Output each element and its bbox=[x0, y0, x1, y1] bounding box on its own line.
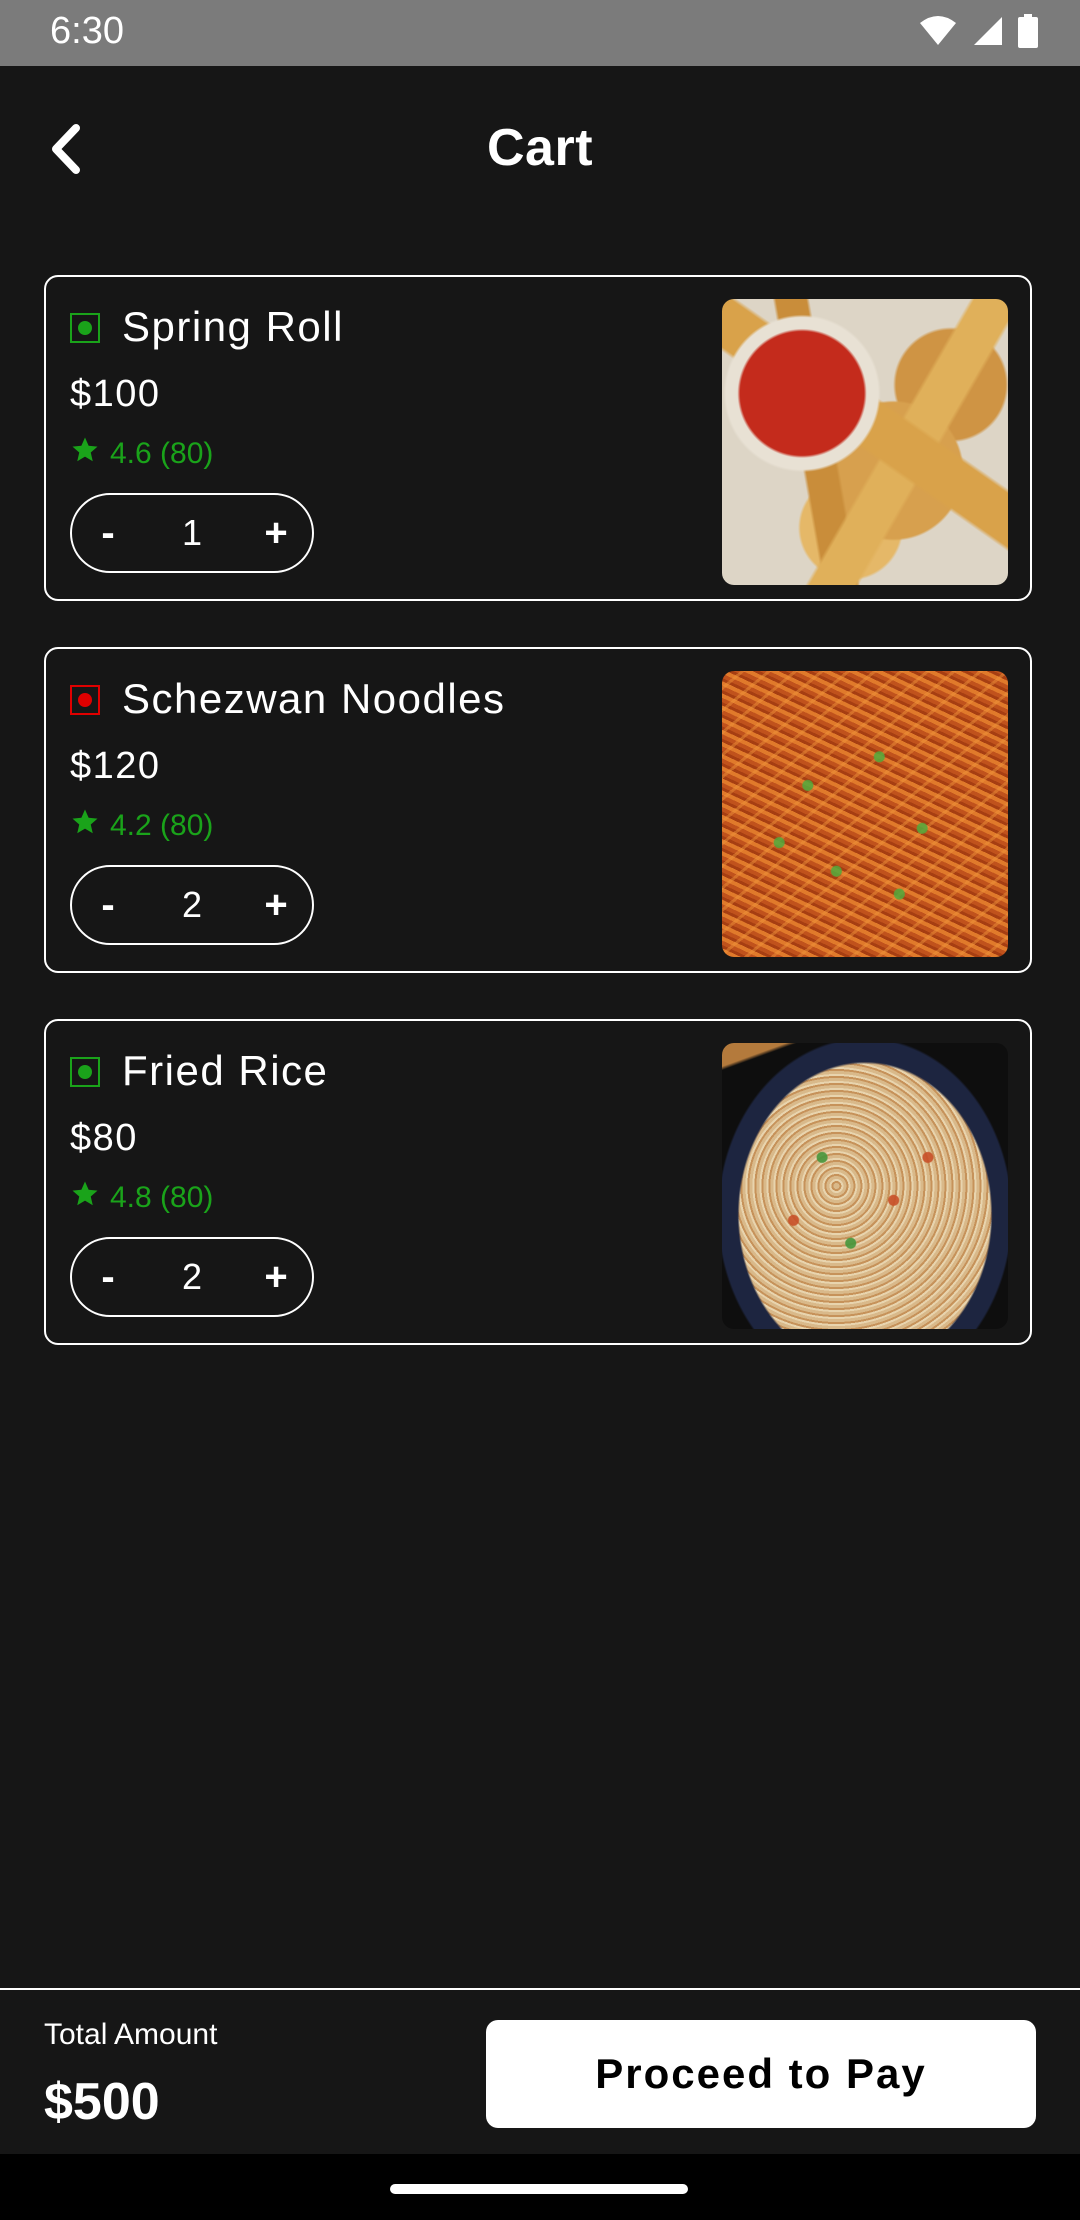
increase-quantity-button[interactable]: + bbox=[240, 495, 312, 571]
quantity-stepper: - 2 + bbox=[70, 865, 314, 945]
star-icon bbox=[70, 1179, 100, 1217]
item-name: Fried Rice bbox=[122, 1047, 329, 1094]
veg-indicator-icon bbox=[70, 313, 100, 343]
rating-text: 4.8 (80) bbox=[110, 1181, 214, 1214]
decrease-quantity-button[interactable]: - bbox=[72, 1239, 144, 1315]
quantity-value: 2 bbox=[181, 1256, 203, 1297]
battery-icon bbox=[1018, 13, 1038, 53]
system-nav-bar bbox=[0, 2154, 1080, 2220]
quantity-stepper: - 2 + bbox=[70, 1237, 314, 1317]
proceed-to-pay-button[interactable]: Proceed to Pay bbox=[486, 2020, 1036, 2128]
item-rating: 4.2 (80) bbox=[70, 807, 213, 845]
non-veg-indicator-icon bbox=[70, 685, 100, 715]
item-price: $80 bbox=[70, 1117, 138, 1159]
item-rating: 4.8 (80) bbox=[70, 1179, 213, 1217]
schezwan-noodles-image bbox=[722, 671, 1008, 957]
item-name: Spring Roll bbox=[122, 303, 344, 350]
fried-rice-image bbox=[722, 1043, 1008, 1329]
cart-item: Fried Rice $80 4.8 (80) - 2 + bbox=[44, 1019, 1032, 1345]
star-icon bbox=[70, 807, 100, 845]
status-bar: 6:30 bbox=[0, 0, 1080, 66]
checkout-bar: Total Amount $500 Proceed to Pay bbox=[0, 1988, 1080, 2154]
app-header: Cart bbox=[0, 66, 1080, 236]
signal-icon bbox=[972, 15, 1004, 52]
item-price: $100 bbox=[70, 373, 161, 415]
status-icons bbox=[918, 13, 1038, 53]
page-title: Cart bbox=[486, 119, 594, 177]
total-amount-value: $500 bbox=[44, 2073, 160, 2131]
veg-indicator-icon bbox=[70, 1057, 100, 1087]
item-price: $120 bbox=[70, 745, 161, 787]
cart-item: Schezwan Noodles $120 4.2 (80) - 2 + bbox=[44, 647, 1032, 973]
cart-list: Spring Roll $100 4.6 (80) - 1 + Schezwan… bbox=[44, 275, 1036, 1391]
item-rating: 4.6 (80) bbox=[70, 435, 213, 473]
quantity-value: 1 bbox=[181, 512, 203, 553]
decrease-quantity-button[interactable]: - bbox=[72, 495, 144, 571]
wifi-icon bbox=[918, 15, 958, 52]
quantity-stepper: - 1 + bbox=[70, 493, 314, 573]
rating-text: 4.2 (80) bbox=[110, 809, 214, 842]
cart-item: Spring Roll $100 4.6 (80) - 1 + bbox=[44, 275, 1032, 601]
increase-quantity-button[interactable]: + bbox=[240, 1239, 312, 1315]
total-amount-label: Total Amount bbox=[44, 2018, 218, 2051]
star-icon bbox=[70, 435, 100, 473]
decrease-quantity-button[interactable]: - bbox=[72, 867, 144, 943]
spring-roll-image bbox=[722, 299, 1008, 585]
item-name: Schezwan Noodles bbox=[122, 675, 506, 722]
status-time: 6:30 bbox=[50, 10, 124, 52]
rating-text: 4.6 (80) bbox=[110, 437, 214, 470]
quantity-value: 2 bbox=[181, 884, 203, 925]
home-indicator[interactable] bbox=[390, 2184, 688, 2194]
increase-quantity-button[interactable]: + bbox=[240, 867, 312, 943]
